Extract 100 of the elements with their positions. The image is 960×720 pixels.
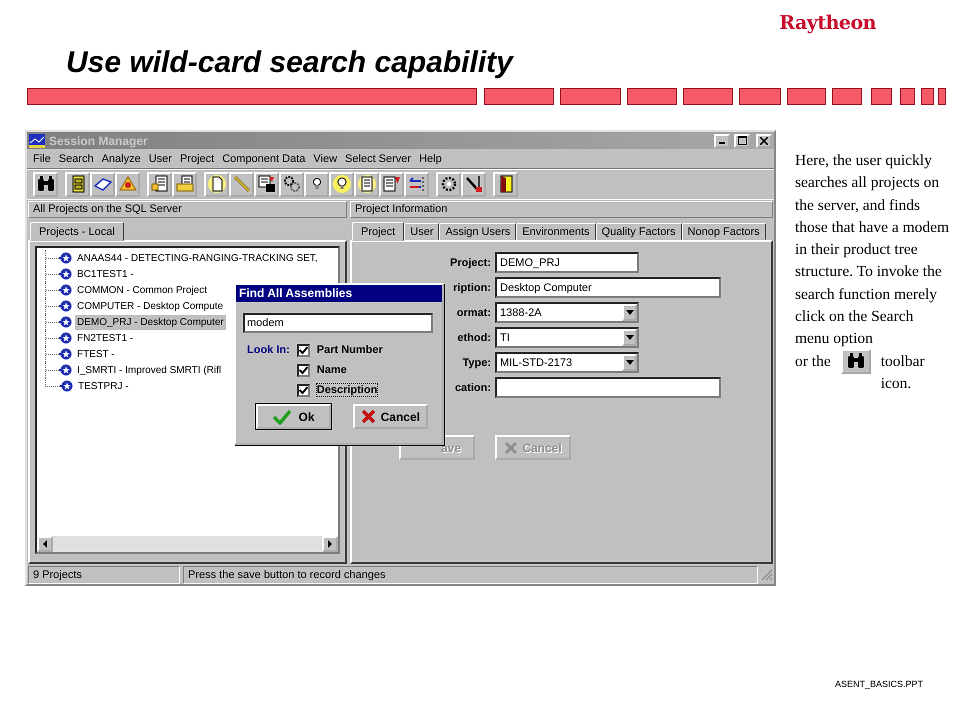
dropdown-arrow-icon: [626, 310, 634, 315]
search-field[interactable]: modem: [243, 313, 433, 333]
field-label: ethod:: [456, 332, 491, 344]
field-value: 1388-2A: [500, 306, 543, 318]
project-icon: [59, 268, 73, 280]
status-text: Press the save button to record changes: [183, 566, 758, 584]
document-arrow-icon: [382, 174, 402, 194]
checkbox[interactable]: [296, 344, 310, 356]
toolbar-button[interactable]: [204, 172, 229, 196]
toolbar-button[interactable]: [379, 172, 404, 196]
project-icon: [59, 316, 73, 328]
status-text: 9 Projects: [28, 566, 180, 584]
project-icon: [60, 380, 74, 392]
document-icon: [356, 174, 376, 194]
project-icon: [59, 300, 73, 312]
menu-item[interactable]: Help: [415, 152, 446, 164]
window-title: Session Manager: [49, 134, 148, 148]
toolbar-button[interactable]: [254, 172, 279, 196]
field-label: ormat:: [456, 306, 491, 318]
check-icon: [298, 366, 308, 374]
minimize-icon: [719, 142, 725, 144]
tree-item[interactable]: DEMO_PRJ - Desktop Computer: [75, 314, 226, 330]
toolbar-button[interactable]: [279, 172, 304, 196]
text-field[interactable]: DEMO_PRJ: [495, 252, 639, 273]
dropdown-field[interactable]: MIL-STD-2173: [495, 352, 639, 373]
toolbar-button[interactable]: [329, 172, 354, 196]
option-label[interactable]: Description: [316, 383, 378, 397]
tab[interactable]: Environments: [516, 223, 596, 240]
tab[interactable]: Projects - Local: [30, 222, 124, 241]
maximize-button[interactable]: [734, 134, 750, 148]
option-label[interactable]: Part Number: [316, 343, 384, 357]
toolbar-button[interactable]: [493, 172, 518, 196]
tab[interactable]: User: [404, 223, 440, 240]
tab[interactable]: Assign Users: [439, 223, 516, 240]
slide-title: Use wild-card search capability: [66, 45, 515, 81]
dropdown-field[interactable]: TI: [495, 327, 639, 348]
toolbar-button[interactable]: [147, 172, 172, 196]
tree-item[interactable]: TESTPRJ -: [76, 378, 131, 394]
toolbar-button[interactable]: [404, 172, 429, 196]
tree-item[interactable]: COMPUTER - Desktop Compute: [75, 298, 226, 314]
toolbar-button[interactable]: [436, 172, 461, 196]
horizontal-scrollbar[interactable]: [37, 536, 338, 552]
pane-header: All Projects on the SQL Server: [28, 201, 347, 218]
check-icon: [298, 386, 308, 394]
toolbar-button[interactable]: [33, 172, 58, 196]
menu-item[interactable]: User: [144, 152, 176, 164]
scroll-left-icon: [42, 540, 48, 548]
notes-text: or the: [795, 352, 831, 372]
toolbar-button[interactable]: [90, 172, 115, 196]
menu-item[interactable]: Select Server: [341, 152, 416, 164]
toolbar-button[interactable]: [461, 172, 486, 196]
check-icon: [272, 408, 292, 424]
tab[interactable]: Nonop Factors: [682, 223, 766, 240]
minimize-button[interactable]: [714, 134, 730, 148]
tree-item[interactable]: COMMON - Common Project: [75, 282, 210, 298]
resize-grip-icon: [761, 568, 773, 580]
pane-header: Project Information: [350, 201, 773, 218]
toolbar-button[interactable]: [65, 172, 90, 196]
arrows-icon: [406, 174, 426, 194]
toolbar-button[interactable]: [354, 172, 379, 196]
option-label[interactable]: Name: [316, 363, 348, 377]
folder-icon: [174, 174, 194, 194]
checkbox[interactable]: [296, 364, 310, 376]
dropdown-field[interactable]: 1388-2A: [495, 302, 639, 323]
field-label: Type:: [461, 356, 491, 368]
dialog-button[interactable]: Cancel: [353, 404, 428, 429]
checkbox[interactable]: [296, 384, 310, 396]
tree-item[interactable]: FTEST -: [75, 346, 117, 362]
text-field[interactable]: Desktop Computer: [495, 277, 721, 298]
tab[interactable]: Quality Factors: [596, 223, 682, 240]
menu-item[interactable]: Project: [176, 152, 218, 164]
tab[interactable]: Project: [352, 222, 404, 241]
project-icon: [59, 252, 73, 264]
menu-item[interactable]: Component Data: [218, 152, 310, 164]
text-field[interactable]: [495, 377, 721, 398]
menu-item[interactable]: File: [29, 152, 55, 164]
tree-item[interactable]: BC1TEST1 -: [75, 266, 136, 282]
tree-item[interactable]: FN2TEST1 -: [75, 330, 136, 346]
menu-item[interactable]: View: [309, 152, 342, 164]
menu-item[interactable]: Analyze: [98, 152, 145, 164]
binoculars-icon: [36, 174, 56, 194]
dialog-title: Find All Assemblies: [236, 285, 442, 302]
field-label: Project:: [449, 256, 491, 268]
project-icon: [59, 364, 73, 376]
gears-icon: [282, 174, 302, 194]
new-document-icon: [206, 174, 226, 194]
cross-icon: [361, 409, 375, 424]
dialog-button[interactable]: Ok: [256, 404, 331, 429]
toolbar-button[interactable]: [172, 172, 197, 196]
field-value: TI: [500, 332, 511, 344]
menu-item[interactable]: Search: [54, 152, 98, 164]
project-icon: [59, 284, 73, 296]
field-value: MIL-STD-2173: [500, 356, 574, 368]
tree-item[interactable]: ANAAS44 - DETECTING-RANGING-TRACKING SET,: [75, 250, 320, 266]
close-button[interactable]: [756, 134, 772, 148]
save-document-icon: [256, 174, 276, 194]
toolbar-button[interactable]: [304, 172, 329, 196]
tree-item[interactable]: I_SMRTI - Improved SMRTI (Rifl: [75, 362, 224, 378]
scroll-right-icon: [327, 540, 333, 548]
lit-bulb-icon: [332, 174, 352, 194]
